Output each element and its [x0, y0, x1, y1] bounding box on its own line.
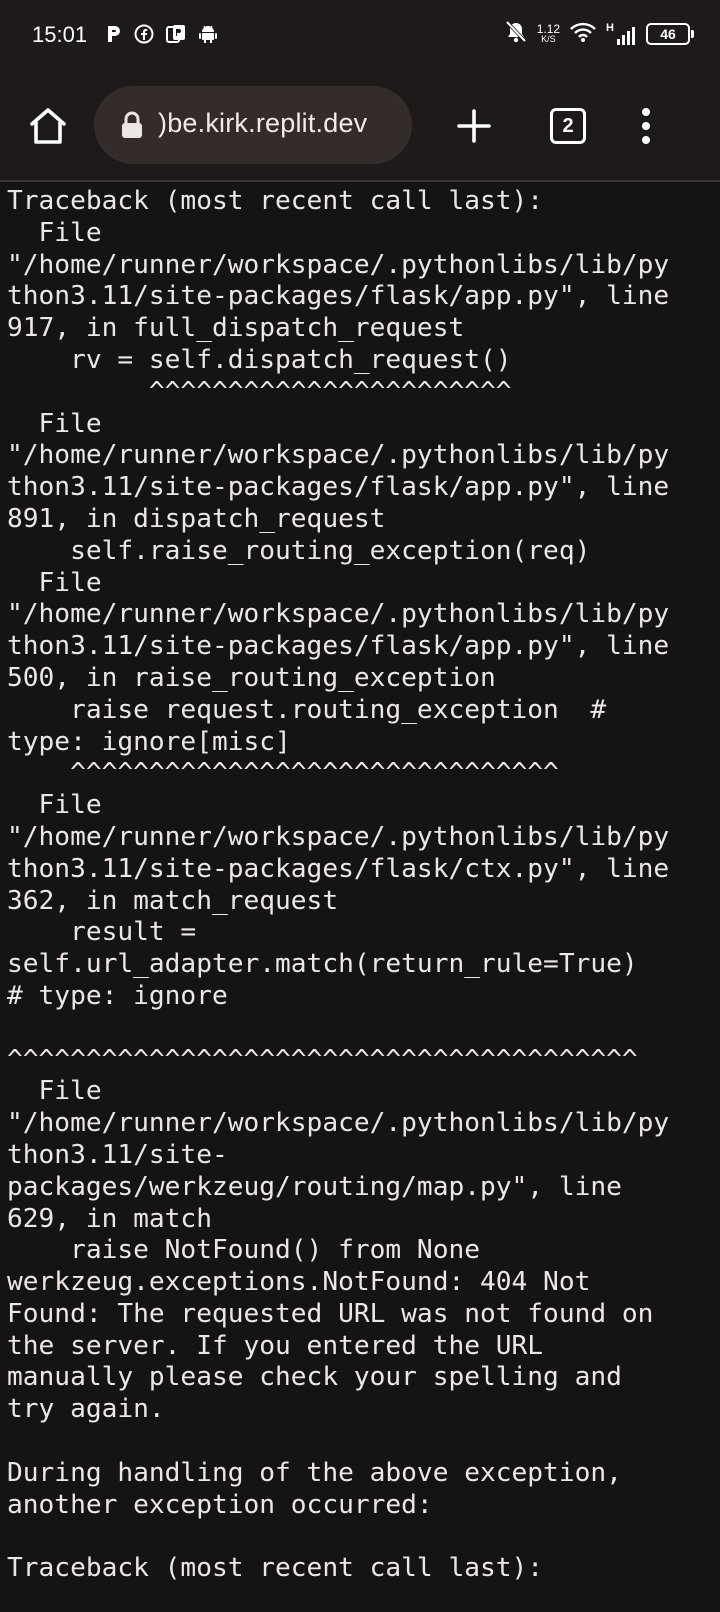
trace-line: ^^^^^^^^^^^^^^^^^^^^^^^: [7, 376, 512, 407]
trace-line: thon3.11/site-packages/flask/ctx.py", li…: [7, 853, 670, 884]
trace-line: packages/werkzeug/routing/map.py", line: [7, 1171, 622, 1202]
wifi-icon: [570, 21, 596, 47]
url-text[interactable]: )be.kirk.replit.dev: [158, 108, 367, 139]
home-button[interactable]: [24, 102, 72, 150]
trace-line: werkzeug.exceptions.NotFound: 404 Not: [7, 1267, 591, 1298]
trace-line: ^^^^^^^^^^^^^^^^^^^^^^^^^^^^^^^^^^^^^^^^: [7, 1044, 638, 1075]
trace-line: 629, in match: [7, 1203, 212, 1234]
cellular-signal-icon: H: [606, 22, 636, 46]
trace-line: Found: The requested URL was not found o…: [7, 1298, 654, 1329]
trace-line: 891, in dispatch_request: [7, 503, 386, 534]
pdf-app-icon: [166, 24, 186, 48]
trace-line: File: [7, 1076, 102, 1107]
trace-line: File: [7, 217, 102, 248]
status-time: 15:01: [32, 22, 88, 47]
trace-line: "/home/runner/workspace/.pythonlibs/lib/…: [7, 249, 670, 280]
facebook-icon: [134, 24, 154, 48]
trace-line: thon3.11/site-: [7, 1139, 228, 1170]
battery-icon: 46: [646, 23, 694, 45]
android-icon: [198, 24, 218, 48]
trace-line: File: [7, 408, 102, 439]
traceback-text: Traceback (most recent call last): File …: [0, 182, 720, 1585]
trace-line: self.url_adapter.match(return_rule=True): [7, 949, 638, 980]
trace-line: File: [7, 790, 102, 821]
trace-line: another exception occurred:: [7, 1489, 433, 1520]
address-bar[interactable]: )be.kirk.replit.dev: [94, 86, 412, 164]
trace-line: File: [7, 567, 102, 598]
page-content: Traceback (most recent call last): File …: [0, 182, 720, 1612]
trace-line: thon3.11/site-packages/flask/app.py", li…: [7, 472, 670, 503]
parking-app-icon: [106, 24, 122, 48]
net-speed-value: 1.12: [536, 22, 561, 36]
network-speed: 1.12 K/S: [536, 22, 561, 44]
trace-line: 362, in match_request: [7, 885, 339, 916]
trace-line: "/home/runner/workspace/.pythonlibs/lib/…: [7, 821, 670, 852]
lock-icon[interactable]: [120, 111, 144, 139]
plus-icon: [457, 109, 491, 143]
tab-switcher-button[interactable]: 2: [550, 108, 586, 144]
trace-line: Traceback (most recent call last):: [7, 1553, 544, 1584]
trace-line: thon3.11/site-packages/flask/app.py", li…: [7, 281, 670, 312]
trace-line: ^^^^^^^^^^^^^^^^^^^^^^^^^^^^^^^: [7, 758, 559, 789]
trace-line: result =: [7, 917, 197, 948]
trace-line: Traceback (most recent call last):: [7, 186, 544, 216]
trace-line: try again.: [7, 1394, 165, 1425]
system-status-icons: 1.12 K/S H 46: [505, 20, 694, 48]
notification-icons: [106, 24, 218, 48]
trace-line: rv = self.dispatch_request(): [7, 344, 512, 375]
new-tab-button[interactable]: [456, 108, 492, 144]
trace-line: 500, in raise_routing_exception: [7, 662, 496, 693]
trace-line: "/home/runner/workspace/.pythonlibs/lib/…: [7, 1108, 670, 1139]
trace-line: thon3.11/site-packages/flask/app.py", li…: [7, 631, 670, 662]
trace-line: the server. If you entered the URL: [7, 1330, 544, 1361]
browser-toolbar: )be.kirk.replit.dev 2: [0, 72, 720, 182]
trace-line: type: ignore[misc]: [7, 726, 291, 757]
trace-line: self.raise_routing_exception(req): [7, 535, 591, 566]
trace-line: 917, in full_dispatch_request: [7, 313, 465, 344]
trace-line: manually please check your spelling and: [7, 1362, 622, 1393]
trace-line: raise request.routing_exception #: [7, 694, 607, 725]
trace-line: # type: ignore: [7, 980, 228, 1011]
trace-line: raise NotFound() from None: [7, 1235, 480, 1266]
status-bar: 15:01 1.12 K/S H 46: [0, 0, 720, 72]
more-vertical-icon[interactable]: [636, 106, 656, 146]
trace-line: "/home/runner/workspace/.pythonlibs/lib/…: [7, 440, 670, 471]
trace-line: During handling of the above exception,: [7, 1457, 622, 1488]
signal-type-label: H: [606, 22, 614, 34]
home-icon: [30, 108, 66, 144]
trace-line: "/home/runner/workspace/.pythonlibs/lib/…: [7, 599, 670, 630]
mute-notifications-icon: [505, 20, 527, 48]
